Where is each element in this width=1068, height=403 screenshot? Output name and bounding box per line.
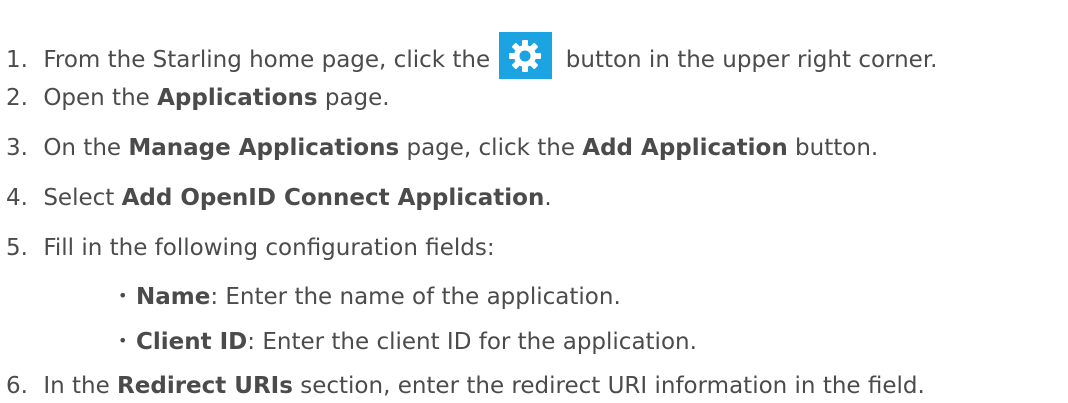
step-text: section, enter the redirect URI informat… [292,373,925,399]
step-bold-term: Add Application [582,135,788,161]
step-text: page. [317,85,390,111]
sub-item-client-id: • Client ID: Enter the client ID for the … [118,325,697,357]
step-bold-term: Add OpenID Connect Application [121,185,545,211]
step-number: 4. [6,185,28,211]
step-5: 5. Fill in the following configuration f… [6,232,495,264]
step-3: 3. On the Manage Applications page, clic… [6,132,878,164]
instruction-document: 1. From the Starling home page, click th… [0,0,1068,403]
step-text: button in the upper right corner. [558,47,938,73]
step-text: In the [43,373,118,399]
step-text: Fill in the following configuration fiel… [43,235,495,261]
step-text: Select [43,185,122,211]
settings-button-image [499,32,553,79]
step-number: 2. [6,85,28,111]
sub-item-name: • Name: Enter the name of the application… [118,280,621,312]
bullet-icon: • [118,286,128,305]
step-number: 5. [6,235,28,261]
sub-item-text: : Enter the client ID for the applicatio… [247,329,697,355]
step-bold-term: Applications [157,85,318,111]
bullet-icon: • [118,331,128,350]
step-6: 6. In the Redirect URIs section, enter t… [6,370,925,402]
step-number: 3. [6,135,28,161]
step-text: page, click the [399,135,583,161]
step-number: 1. [6,47,28,73]
step-text: Open the [43,85,158,111]
step-text: From the Starling home page, click the [43,47,498,73]
step-1: 1. From the Starling home page, click th… [6,32,937,79]
step-text: button. [787,135,879,161]
sub-item-text: : Enter the name of the application. [210,284,621,310]
step-bold-term: Redirect URIs [117,373,293,399]
step-number: 6. [6,373,28,399]
gear-icon [509,40,542,72]
step-text: On the [43,135,129,161]
step-bold-term: Manage Applications [128,135,400,161]
sub-item-bold-term: Client ID [136,329,248,355]
step-text: . [544,185,552,211]
step-4: 4. Select Add OpenID Connect Application… [6,182,552,214]
step-2: 2. Open the Applications page. [6,82,390,114]
sub-item-bold-term: Name [136,284,211,310]
